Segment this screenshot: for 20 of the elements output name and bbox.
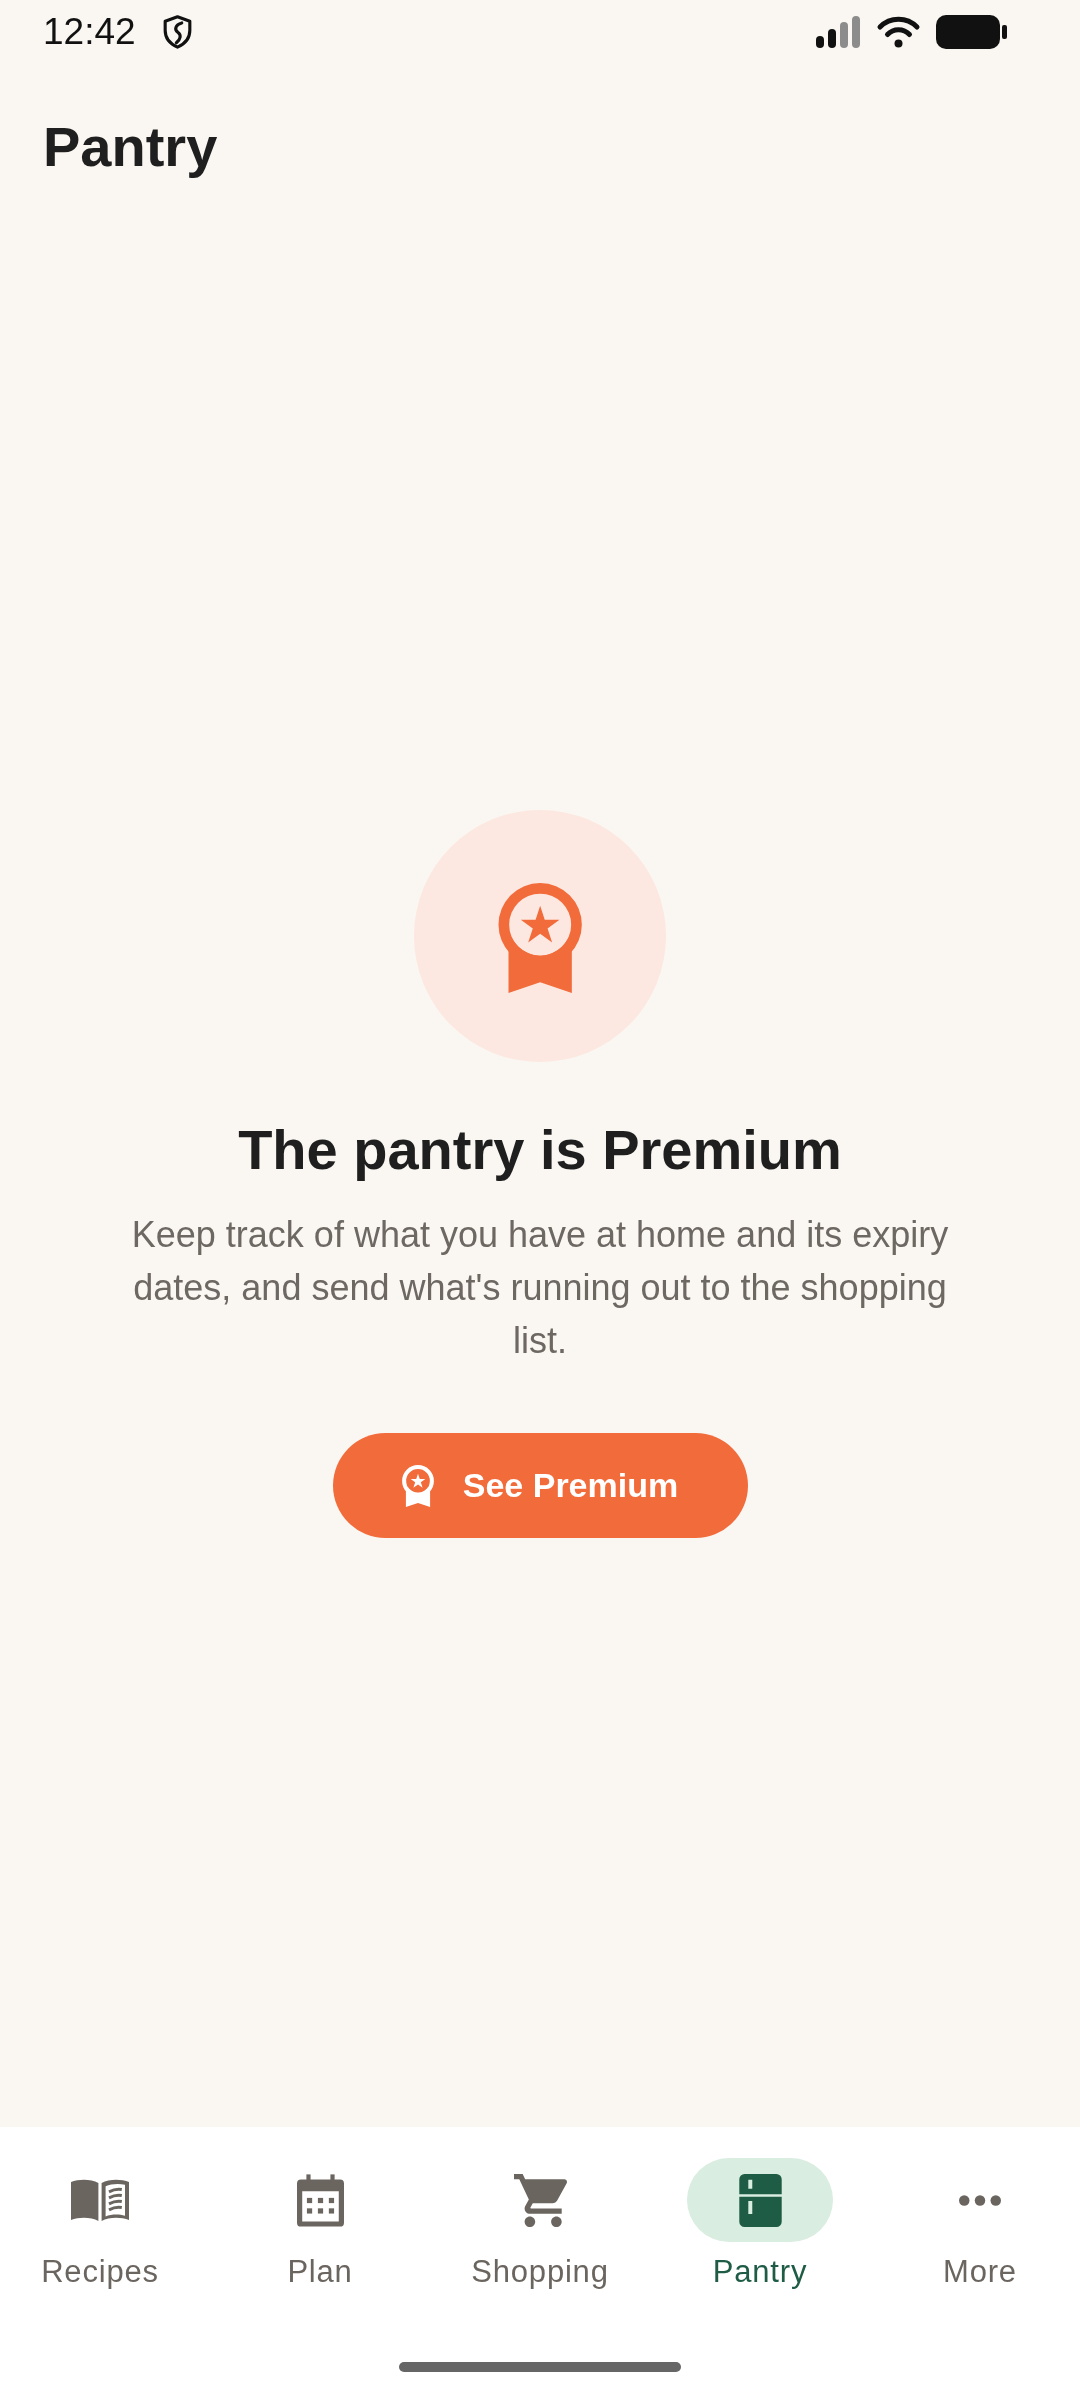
nav-tab[interactable]: More xyxy=(900,2158,1060,2292)
page-title: Pantry xyxy=(43,114,218,180)
medal-icon xyxy=(401,1464,434,1507)
calendar-icon xyxy=(296,2173,344,2227)
nav-tab[interactable]: Recipes xyxy=(20,2158,180,2292)
premium-description: Keep track of what you have at home and its expiry dates, and send what's running out to the shopping list. xyxy=(130,1213,950,1363)
wifi-icon xyxy=(876,16,921,48)
more-icon xyxy=(959,2194,1001,2206)
status-time: 12:42 xyxy=(43,10,136,54)
cart-icon xyxy=(513,2173,567,2227)
signal-icon xyxy=(816,16,861,48)
battery-icon xyxy=(936,15,1007,49)
see-premium-button[interactable]: See Premium xyxy=(332,1433,748,1538)
medal-icon xyxy=(414,810,666,1062)
book-icon xyxy=(71,2179,129,2221)
shield-icon xyxy=(162,15,192,49)
premium-title: The pantry is Premium xyxy=(238,1117,842,1183)
nav-tab[interactable]: Pantry xyxy=(680,2158,840,2292)
nav-tab[interactable]: Shopping xyxy=(460,2158,620,2292)
nav-tab[interactable]: Plan xyxy=(240,2158,400,2292)
